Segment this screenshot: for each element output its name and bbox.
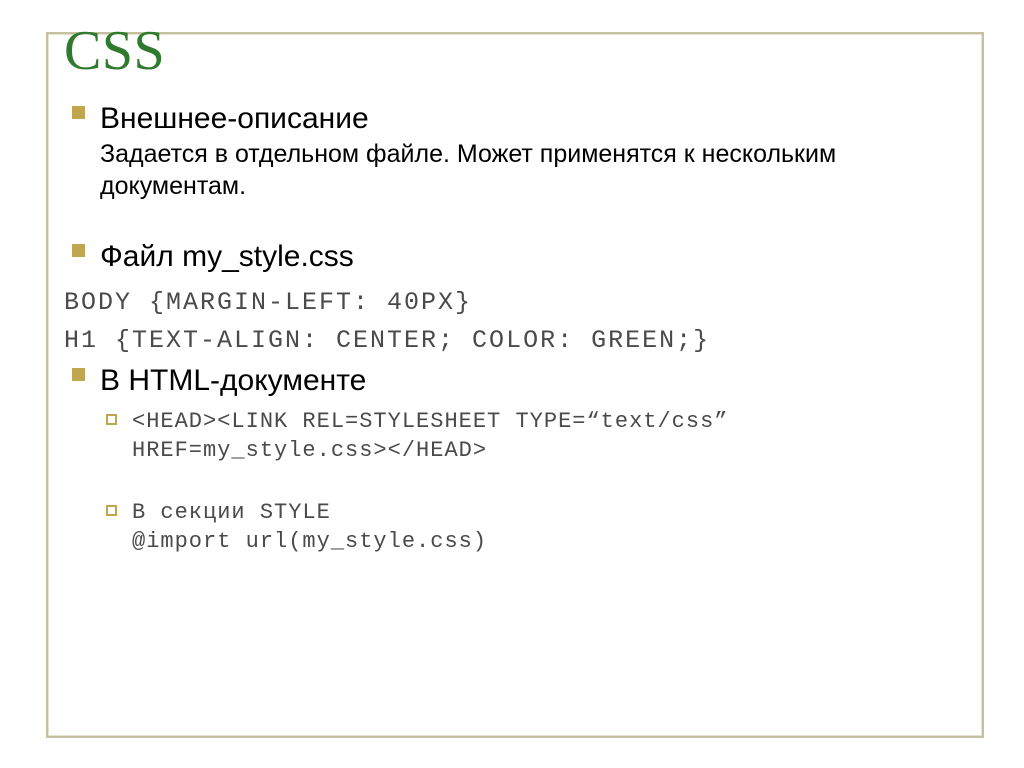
code-line: BODY {MARGIN-LEFT: 40PX} [64, 286, 970, 320]
list-item: В HTML-документе <HEAD><LINK REL=STYLESH… [64, 361, 970, 556]
code-text: В секции STYLE @import url(my_style.css) [132, 499, 970, 556]
slide-content: Внешнее-описание Задается в отдельном фа… [64, 99, 970, 557]
sub-list-item: <HEAD><LINK REL=STYLESHEET TYPE=“text/cs… [100, 408, 970, 465]
list-item: Внешнее-описание Задается в отдельном фа… [64, 99, 970, 203]
sub-bullet-list: <HEAD><LINK REL=STYLESHEET TYPE=“text/cs… [100, 408, 970, 556]
code-text: <HEAD><LINK REL=STYLESHEET TYPE=“text/cs… [132, 408, 970, 465]
bullet-list: В HTML-документе <HEAD><LINK REL=STYLESH… [64, 361, 970, 556]
slide-title: CSS [64, 22, 990, 81]
item-description: Задается в отдельном файле. Может примен… [100, 138, 970, 203]
item-heading: Внешнее-описание [100, 99, 970, 138]
code-line: H1 {TEXT-ALIGN: CENTER; COLOR: GREEN;} [64, 324, 970, 358]
slide: CSS Внешнее-описание Задается в отдельно… [0, 0, 1024, 768]
item-heading: В HTML-документе [100, 361, 970, 400]
sub-list-item: В секции STYLE @import url(my_style.css) [100, 499, 970, 556]
bullet-list: Внешнее-описание Задается в отдельном фа… [64, 99, 970, 276]
list-item: Файл my_style.css [64, 237, 970, 276]
item-heading: Файл my_style.css [100, 237, 970, 276]
